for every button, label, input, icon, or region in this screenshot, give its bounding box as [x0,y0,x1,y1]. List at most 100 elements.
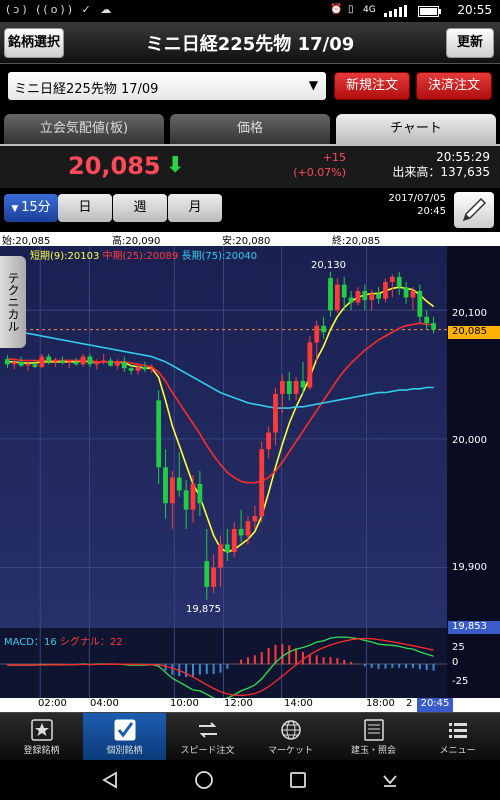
refresh-button[interactable]: 更新 [446,28,494,58]
candle-body [389,276,395,283]
select-symbol-button[interactable]: 銘柄選択 [4,28,64,58]
macd-histogram-bar [377,664,380,670]
candle-body [73,361,79,365]
candle-body [224,544,230,553]
macd-histogram-bar [205,664,208,674]
nav-label: マーケット [267,746,313,756]
candle-body [121,361,127,369]
candle-body [376,293,381,299]
dropdown-arrow-icon: ▼ [308,78,318,92]
tab-price[interactable]: 価格 [170,114,330,144]
candle-body [300,381,306,388]
candle-body [101,360,107,362]
low-annotation: 19,875 [186,604,221,615]
macd-histogram-bar [350,661,353,665]
macd-histogram-bar [185,664,188,677]
battery-icon [418,6,441,17]
macd-histogram-bar [226,664,229,669]
nav-label: 個別銘柄 [106,746,143,756]
globe-icon [280,720,301,740]
candle-body [114,361,120,366]
candle-body [142,366,148,370]
candle-body [32,364,38,367]
recents-icon[interactable] [288,770,308,790]
y-tick-label: 19,900 [452,562,487,573]
nav-label: メニュー [439,746,476,756]
open-value: 始:20,085 [2,236,51,247]
macd-histogram-bar [13,664,16,665]
candle-body [231,528,237,553]
candle-body [60,360,65,364]
macd-histogram-bar [329,657,332,665]
period-week[interactable]: 週 [113,194,167,222]
y-tick-label: 20,000 [452,435,487,446]
period-day[interactable]: 日 [58,194,112,222]
candle-body [245,521,251,536]
price-change: +15 (+0.07%) [290,150,346,180]
low-value: 安:20,080 [222,236,271,247]
arrow-down-icon: ⬇ [166,153,185,178]
candle-body [383,282,388,299]
candle-body [204,561,210,587]
technical-tab[interactable]: テクニカル [0,256,26,348]
macd-histogram-bar [295,648,298,665]
tab-board[interactable]: 立会気配値(板) [4,114,164,144]
candle-body [169,477,175,504]
x-tick-label: 14:00 [284,698,313,709]
nav-market[interactable]: マーケット [249,713,332,761]
settle-order-button[interactable]: 決済注文 [416,72,492,100]
candle-body [163,467,168,504]
nav-positions[interactable]: 建玉・照会 [332,713,415,761]
macd-tick-label: 25 [452,642,465,653]
candle-body [190,483,196,510]
period-month[interactable]: 月 [168,194,222,222]
page-title: ミニ日経225先物 17/09 [145,34,355,55]
mid-ma-label: 中期(25):20089 [102,251,179,262]
signal-label: シグナル：22 [59,637,123,648]
candle-body [53,360,58,362]
candle-body [341,284,347,298]
candle-body [80,356,86,365]
nav-individual[interactable]: 個別銘柄 [83,713,166,761]
star-icon [30,719,53,741]
candle-body [39,356,45,367]
macd-histogram-bar [418,664,421,670]
time-axis: 02:00 04:00 10:00 12:00 14:00 18:00 2 20… [0,698,500,712]
nav-label: 登録銘柄 [23,746,60,756]
macd-histogram-bar [384,664,387,669]
macd-histogram-bar [253,655,256,665]
macd-legend: MACD：16 シグナル：22 [4,633,123,648]
chart-area[interactable]: テクニカル 短期(9):20103 中期(25):20089 長期(75):20… [0,246,500,701]
notification-pull-icon[interactable] [380,770,400,790]
macd-label: MACD：16 [4,637,57,648]
draw-pen-button[interactable] [454,192,494,228]
nav-speed-order[interactable]: スピード注文 [166,713,249,761]
period-15min[interactable]: ▼ 15分 [4,194,58,222]
chart-date: 2017/07/05 [388,193,446,204]
chart-time: 20:45 [417,206,446,217]
new-order-button[interactable]: 新規注文 [334,72,410,100]
nav-menu[interactable]: メニュー [415,713,500,761]
close-value: 終:20,085 [332,236,381,247]
macd-histogram-bar [171,664,174,675]
candle-body [403,287,409,298]
home-icon[interactable] [194,770,214,790]
candle-body [424,316,430,324]
back-icon[interactable] [100,770,120,790]
current-price: 20,085 [68,152,161,180]
quote-time-volume: 20:55:29 出来高：137,635 [392,150,490,180]
status-bar: (ↄ) ((o)) ✓ ☁ ⏰ ▯ 4G 20:55 [0,0,500,22]
candle-body [128,368,134,371]
nav-label: 建玉・照会 [350,746,396,756]
macd-histogram-bar [308,654,311,665]
candle-body [25,364,31,366]
bottom-nav: 登録銘柄 個別銘柄 スピード注文 マーケット 建玉・照会 メニュー [0,712,500,761]
candle-body [252,516,258,522]
macd-histogram-bar [398,664,401,668]
symbol-select[interactable]: ミニ日経225先物 17/09 ▼ [8,72,326,100]
nav-favorites[interactable]: 登録銘柄 [0,713,83,761]
tab-chart[interactable]: チャート [336,114,496,144]
candle-body [149,368,155,370]
x-tick-label: 18:00 [366,698,395,709]
title-bar: 銘柄選択 ミニ日経225先物 17/09 更新 [0,22,500,64]
